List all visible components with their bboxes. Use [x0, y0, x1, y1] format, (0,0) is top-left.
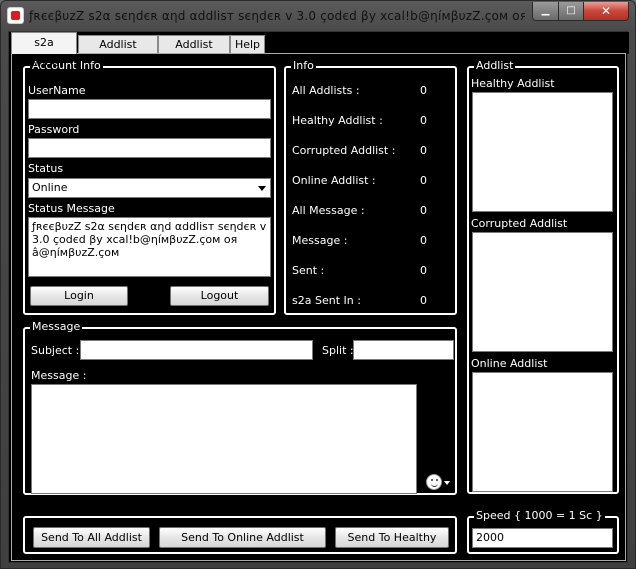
- split-label: Split :: [322, 344, 354, 357]
- send-group: Send To All Addlist Send To Online Addli…: [23, 516, 457, 554]
- message-body-label: Message :: [31, 369, 87, 382]
- message-textarea[interactable]: [31, 384, 417, 494]
- speed-input[interactable]: 2000: [472, 528, 613, 548]
- info-corrupted-addlist-value: 0: [420, 144, 427, 157]
- account-info-group: Account Info UserName Password Status On…: [23, 59, 276, 315]
- tab-page-s2a-sender: Account Info UserName Password Status On…: [11, 53, 626, 561]
- addlist-group: Addlist Healthy Addlist Corrupted Addlis…: [467, 59, 619, 494]
- send-to-all-addlist-button[interactable]: Send To All Addlist: [33, 527, 150, 548]
- chevron-down-icon[interactable]: [258, 186, 266, 191]
- healthy-addlist-label: Healthy Addlist: [471, 77, 555, 90]
- send-to-healthy-button[interactable]: Send To Healthy: [335, 527, 449, 548]
- client-area: s2a Sender Addlist Sender Addlist Fixer …: [8, 31, 629, 563]
- app-window: ƒʀєєβυzZ s2α sєηdєʀ αηd αddlisт sєηdєʀ v…: [0, 0, 636, 569]
- info-group: Info All Addlists : 0 Healthy Addlist : …: [284, 59, 457, 315]
- healthy-addlist-listbox[interactable]: [472, 92, 613, 212]
- subject-label: Subject :: [31, 344, 80, 357]
- info-corrupted-addlist-label: Corrupted Addlist :: [292, 144, 396, 157]
- corrupted-addlist-listbox[interactable]: [472, 232, 613, 352]
- emoticon-icon[interactable]: [426, 474, 442, 490]
- status-label: Status: [28, 162, 64, 175]
- addlist-legend: Addlist: [474, 59, 516, 73]
- info-all-message-value: 0: [420, 204, 427, 217]
- message-group: Message Subject : Split : Message :: [23, 320, 457, 495]
- speed-legend: Speed { 1000 = 1 Sc }: [474, 509, 605, 523]
- password-input[interactable]: [28, 138, 271, 158]
- online-addlist-label: Online Addlist: [471, 357, 548, 370]
- info-online-addlist-value: 0: [420, 174, 427, 187]
- emoticon-dropdown-icon[interactable]: [444, 481, 450, 485]
- info-sent-label: Sent :: [292, 264, 325, 277]
- send-to-online-addlist-button[interactable]: Send To Online Addlist: [159, 527, 326, 548]
- status-message-label: Status Message: [28, 202, 115, 215]
- maximize-button[interactable]: □: [558, 2, 584, 21]
- tab-strip: s2a Sender Addlist Sender Addlist Fixer …: [9, 32, 629, 69]
- subject-input[interactable]: [80, 340, 313, 360]
- status-select[interactable]: Online: [28, 178, 271, 198]
- close-button[interactable]: ✕: [583, 2, 629, 21]
- info-message-value: 0: [420, 234, 427, 247]
- online-addlist-listbox[interactable]: [472, 372, 613, 492]
- info-healthy-addlist-value: 0: [420, 114, 427, 127]
- split-input[interactable]: [353, 340, 454, 360]
- info-legend: Info: [291, 59, 316, 73]
- info-all-addlists-value: 0: [420, 84, 427, 97]
- username-input[interactable]: [28, 99, 271, 119]
- tab-addlist-sender[interactable]: Addlist Sender: [78, 35, 158, 68]
- info-all-message-label: All Message :: [292, 204, 365, 217]
- info-sent-value: 0: [420, 264, 427, 277]
- corrupted-addlist-label: Corrupted Addlist: [471, 217, 568, 230]
- tab-help[interactable]: Help: [230, 35, 265, 53]
- password-label: Password: [28, 123, 80, 136]
- tab-s2a-sender[interactable]: s2a Sender: [11, 32, 77, 69]
- info-healthy-addlist-label: Healthy Addlist :: [292, 114, 383, 127]
- app-icon: [7, 7, 24, 24]
- logout-button[interactable]: Logout: [170, 286, 269, 306]
- info-s2a-sent-in-value: 0: [420, 294, 427, 307]
- login-button[interactable]: Login: [30, 286, 128, 306]
- title-bar[interactable]: ƒʀєєβυzZ s2α sєηdєʀ αηd αddlisт sєηdєʀ v…: [1, 1, 635, 31]
- info-all-addlists-label: All Addlists :: [292, 84, 360, 97]
- info-s2a-sent-in-label: s2a Sent In :: [292, 294, 361, 307]
- tab-addlist-fixer[interactable]: Addlist Fixer: [158, 35, 230, 68]
- status-message-textarea[interactable]: ƒʀєєβυzZ s2α sєηdєʀ αηd αddlisт sєηdєʀ v…: [28, 217, 271, 277]
- info-online-addlist-label: Online Addlist :: [292, 174, 376, 187]
- minimize-button[interactable]: ▁: [532, 2, 559, 21]
- speed-group: Speed { 1000 = 1 Sc } 2000: [467, 509, 619, 554]
- status-select-value: Online: [32, 181, 68, 194]
- window-title: ƒʀєєβυzZ s2α sєηdєʀ αηd αddlisт sєηdєʀ v…: [29, 9, 525, 23]
- info-message-label: Message :: [292, 234, 348, 247]
- message-legend: Message: [30, 320, 83, 334]
- username-label: UserName: [28, 84, 86, 97]
